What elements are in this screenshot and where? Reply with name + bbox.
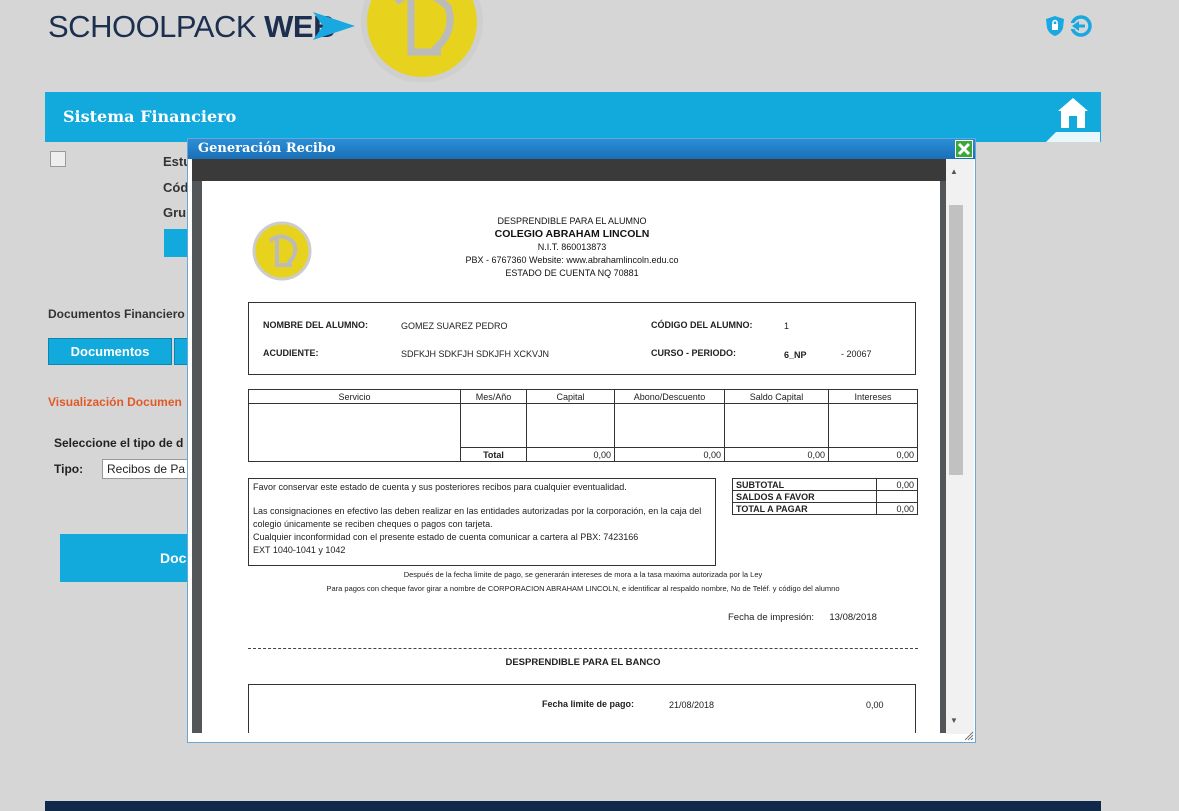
student-name-label: NOMBRE DEL ALUMNO: [263,320,368,330]
bank-slip-box: Fecha limite de pago: 21/08/2018 0,00 [248,684,916,733]
student-label-3: Gru [163,205,187,220]
col-capital: Capital [526,389,615,404]
financial-docs-heading: Documentos Financiero [48,307,185,321]
total-abono: 0,00 [614,447,725,462]
table-cell [526,403,615,448]
dialog-title: Generación Recibo [188,139,975,159]
total-pagar-label: TOTAL A PAGAR [732,502,877,515]
resize-grip-icon[interactable] [964,731,974,741]
shield-lock-icon[interactable] [1045,15,1065,42]
print-date: Fecha de impresión: 13/08/2018 [728,612,877,623]
saldos-row: SALDOS A FAVOR [732,490,919,503]
bank-slip-title: DESPRENDIBLE PARA EL BANCO [505,657,661,668]
tab-documentos[interactable]: Documentos [48,338,172,365]
broken-image [50,151,66,167]
due-date-value: 21/08/2018 [669,700,715,710]
due-date-label: Fecha limite de pago: [542,699,635,709]
finance-header-bar: Sistema Financiero [45,92,1101,142]
school-name: COLEGIO ABRAHAM LINCOLN [494,228,650,240]
top-icons [1045,15,1093,42]
table-cell [460,403,527,448]
receipt-header: DESPRENDIBLE PARA EL ALUMNO COLEGIO ABRA… [372,215,772,280]
course-value: 6_NP [784,350,807,360]
school-logo [361,0,483,82]
home-icon [1046,98,1100,142]
note-3: Cualquier inconformidad con el presente … [253,532,639,542]
col-servicio: Servicio [248,389,461,404]
print-date-label: Fecha de impresión: [728,612,815,623]
course-label: CURSO - PERIODO: [651,348,737,358]
table-row [248,403,918,462]
guardian-label: ACUDIENTE: [263,348,319,358]
subtotal-label: SUBTOTAL [732,478,877,491]
col-intereses: Intereses [828,389,918,404]
receipt-header-line1: DESPRENDIBLE PARA EL ALUMNO [497,216,647,226]
totals-table: SUBTOTAL 0,00 SALDOS A FAVOR TOTAL A PAG… [732,478,919,515]
pdf-page: DESPRENDIBLE PARA EL ALUMNO COLEGIO ABRA… [202,181,940,733]
page-title: Sistema Financiero [63,107,237,126]
col-mes-ano: Mes/Año [460,389,527,404]
select-type-label: Seleccione el tipo de d [54,436,184,450]
table-cell [828,403,918,448]
pdf-toolbar [192,159,946,181]
total-pagar-value: 0,00 [875,502,919,515]
col-abono: Abono/Descuento [614,389,725,404]
logout-icon[interactable] [1069,15,1093,42]
scroll-thumb[interactable] [949,205,963,475]
table-cell [724,403,829,448]
cheque-note: Para pagos con cheque favor girar a nomb… [326,584,840,593]
footer-bar [45,801,1101,811]
bank-amount: 0,00 [866,700,884,710]
student-name-value: GOMEZ SUAREZ PEDRO [401,321,508,331]
print-date-value: 13/08/2018 [829,612,877,623]
note-1: Favor conservar este estado de cuenta y … [253,482,627,492]
saldos-label: SALDOS A FAVOR [732,490,877,503]
document-button[interactable]: Doc [60,534,190,582]
col-saldo: Saldo Capital [724,389,829,404]
student-info-box: NOMBRE DEL ALUMNO: GOMEZ SUAREZ PEDRO CÓ… [248,302,916,375]
tipo-select[interactable]: Recibos de Pa [102,459,190,479]
scrollbar[interactable]: ▲ ▼ [946,159,974,734]
scroll-up-icon[interactable]: ▲ [950,167,958,176]
brand-light-text: SCHOOLPACK [48,9,265,44]
subtotal-value: 0,00 [875,478,919,491]
cut-line [248,648,918,649]
statement-number: ESTADO DE CUENTA NQ 70881 [505,268,639,278]
total-capital: 0,00 [526,447,615,462]
student-code-value: 1 [784,321,790,331]
saldos-value [875,490,919,503]
note-4: EXT 1040-1041 y 1042 [253,545,346,555]
table-header-row: Servicio Mes/Año Capital Abono/Descuento… [248,389,918,404]
note-2: Las consignaciones en efectivo las deben… [253,506,702,529]
total-pagar-row: TOTAL A PAGAR 0,00 [732,502,919,515]
receipt-dialog: Generación Recibo DESPRENDIBLE PARA EL A… [187,138,976,743]
subtotal-row: SUBTOTAL 0,00 [732,478,919,491]
student-label-2: Cód [163,180,189,195]
late-payment-note: Después de la fecha limite de pago, se g… [403,570,763,579]
table-cell [248,403,461,462]
brand-arrow-icon [313,12,355,40]
home-button[interactable] [1046,92,1100,142]
total-intereses: 0,00 [828,447,918,462]
tipo-label: Tipo: [54,462,84,476]
student-code-label: CÓDIGO DEL ALUMNO: [651,320,753,330]
scroll-down-icon[interactable]: ▼ [950,716,958,725]
total-saldo: 0,00 [724,447,829,462]
guardian-value: SDFKJH SDKFJH SDKJFH XCKVJN [401,349,550,359]
services-table: Servicio Mes/Año Capital Abono/Descuento… [248,389,918,462]
receipt-logo [252,221,312,281]
period-value: - 20067 [841,349,872,359]
close-icon [957,142,971,156]
notes-box: Favor conservar este estado de cuenta y … [248,478,716,566]
table-cell [614,403,725,448]
pdf-viewer[interactable]: DESPRENDIBLE PARA EL ALUMNO COLEGIO ABRA… [192,181,946,733]
school-contact: PBX - 6767360 Website: www.abrahamlincol… [465,255,679,265]
visualization-heading: Visualización Documen [48,395,182,409]
total-label: Total [460,447,527,462]
school-nit: N.I.T. 860013873 [537,242,607,252]
brand-logo: SCHOOLPACK WEB [48,9,335,45]
close-button[interactable] [955,140,973,158]
